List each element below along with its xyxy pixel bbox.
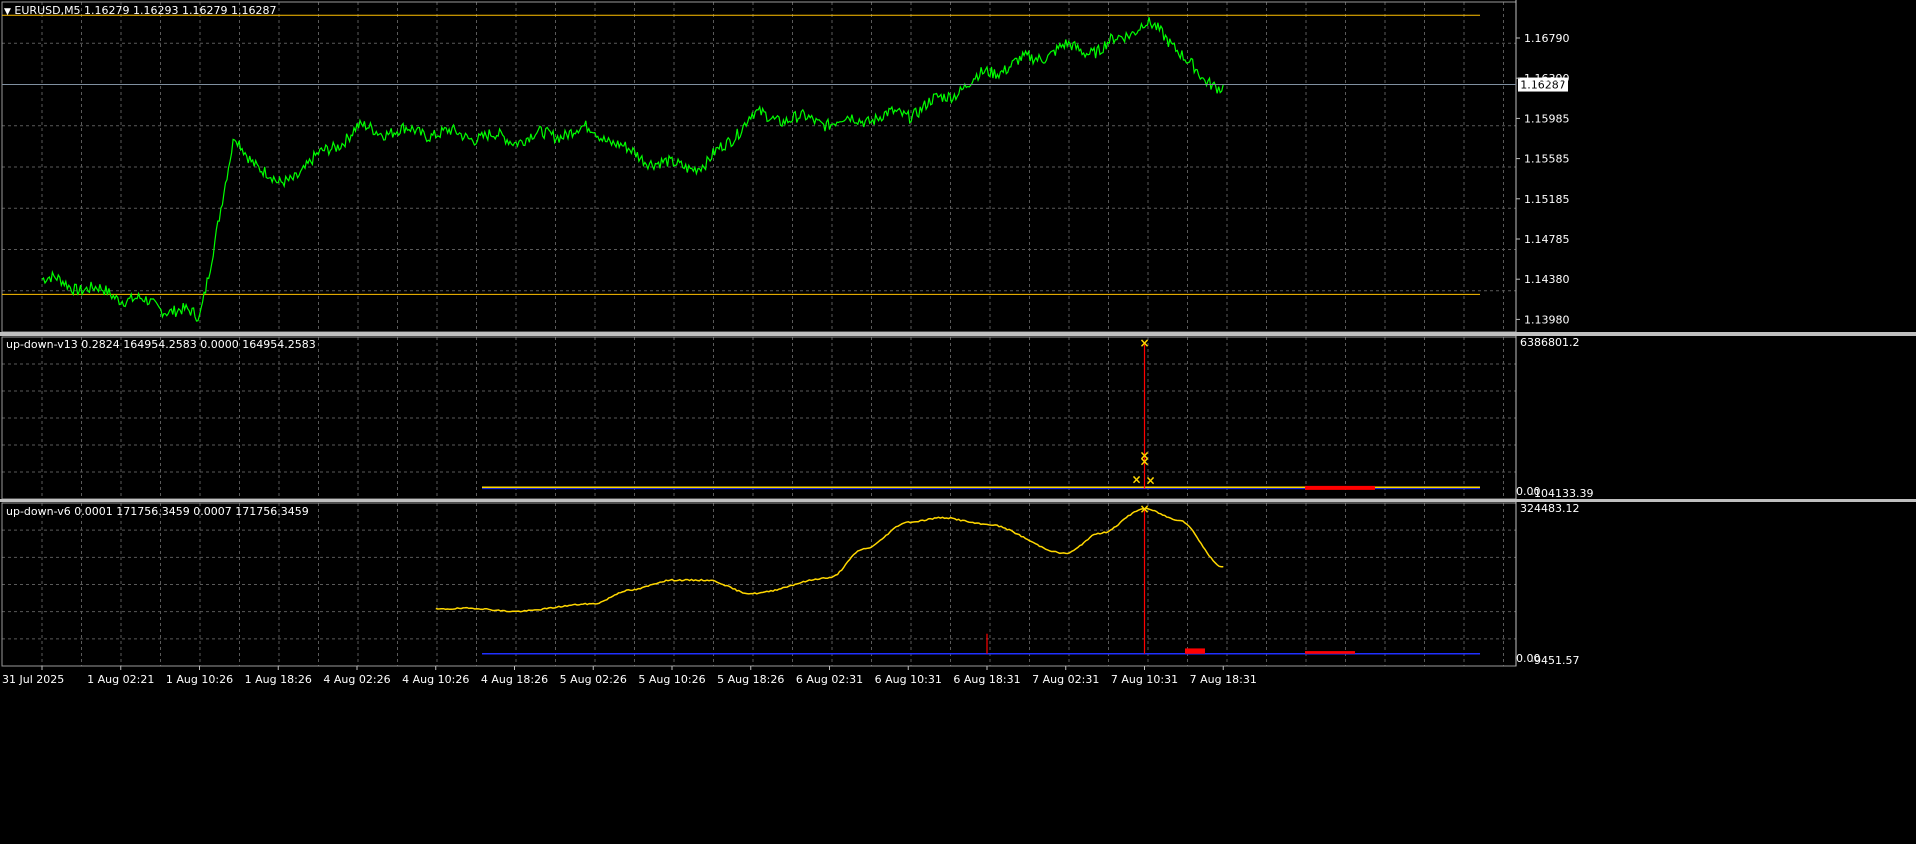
price-tick-label: 1.15985 [1524, 112, 1570, 125]
time-tick-label: 4 Aug 18:26 [481, 673, 548, 686]
time-tick-label: 4 Aug 10:26 [402, 673, 469, 686]
v6-marker-icon: × [1139, 502, 1149, 516]
price-tick-label: 1.16390 [1524, 72, 1570, 85]
v6-spike-cluster [1185, 648, 1205, 654]
time-tick-label: 5 Aug 02:26 [560, 673, 627, 686]
time-tick-label: 1 Aug 02:21 [87, 673, 154, 686]
time-tick-label: 6 Aug 10:31 [875, 673, 942, 686]
price-tick-label: 1.14785 [1524, 233, 1570, 246]
time-tick-label: 6 Aug 18:31 [953, 673, 1020, 686]
time-tick-label: 1 Aug 18:26 [245, 673, 312, 686]
time-tick-label: 1 Aug 10:26 [166, 673, 233, 686]
pane-separator [0, 499, 1916, 502]
symbol-quote-text: EURUSD,M5 1.16279 1.16293 1.16279 1.1628… [14, 4, 277, 17]
v13-marker-icon: × [1139, 454, 1149, 468]
price-tick-label: 1.15185 [1524, 193, 1570, 206]
v13-marker-icon: × [1131, 473, 1141, 487]
triangle-down-icon[interactable]: ▼ [4, 7, 11, 17]
v13-min-label: -104133.39 [1530, 487, 1593, 500]
v13-base-spikes [1305, 485, 1375, 490]
time-tick-label: 7 Aug 02:31 [1032, 673, 1099, 686]
time-tick-label: 4 Aug 02:26 [323, 673, 390, 686]
time-tick-label: 31 Jul 2025 [2, 673, 64, 686]
indicator-v6-header: up-down-v6 0.0001 171756.3459 0.0007 171… [6, 505, 309, 518]
v13-top-label: 6386801.2 [1520, 336, 1580, 349]
price-tick-label: 1.16790 [1524, 32, 1570, 45]
main-pane-header: ▼ EURUSD,M5 1.16279 1.16293 1.16279 1.16… [4, 4, 277, 17]
price-tick-label: 1.13980 [1524, 313, 1570, 326]
v6-top-label: 324483.12 [1520, 502, 1580, 515]
price-tick-label: 1.14380 [1524, 273, 1570, 286]
time-tick-label: 5 Aug 10:26 [638, 673, 705, 686]
v13-marker-icon: × [1145, 474, 1155, 488]
time-tick-label: 6 Aug 02:31 [796, 673, 863, 686]
chart-svg: ×××× × × 1.162871.167901.163901.159851.15… [0, 0, 1916, 840]
time-tick-label: 5 Aug 18:26 [717, 673, 784, 686]
time-tick-label: 7 Aug 18:31 [1190, 673, 1257, 686]
indicator-v13-header: up-down-v13 0.2824 164954.2583 0.0000 16… [6, 338, 316, 351]
v6-spike-cluster [1305, 651, 1355, 654]
v13-marker-icon: × [1139, 336, 1149, 350]
time-tick-label: 7 Aug 10:31 [1111, 673, 1178, 686]
pane-separator [0, 332, 1916, 336]
v6-min-label: -9451.57 [1530, 654, 1579, 667]
chart-root: × × × × × × 1.16287 1.16790 1.16390 1.15985 1.15… [0, 0, 1916, 840]
price-tick-label: 1.15585 [1524, 153, 1570, 166]
